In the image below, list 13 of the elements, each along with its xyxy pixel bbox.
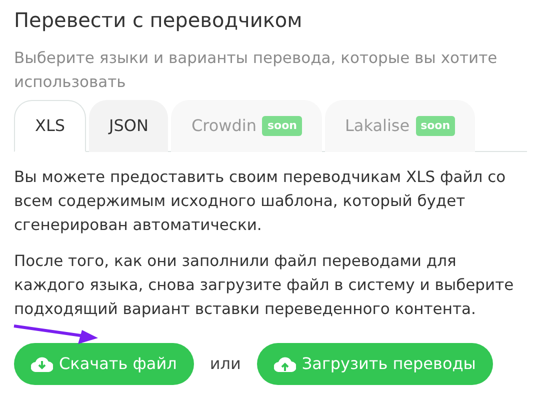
soon-badge: soon (416, 116, 456, 136)
soon-badge: soon (262, 116, 302, 136)
cloud-upload-icon (274, 356, 296, 372)
download-button[interactable]: Скачать файл (14, 343, 194, 385)
subtitle: Выберите языки и варианты перевода, которые вы хотите использовать (14, 48, 498, 93)
tab[interactable]: XLS (14, 100, 86, 152)
cloud-download-icon (31, 356, 53, 372)
upload-button[interactable]: Загрузить переводы (256, 343, 493, 385)
heading: Перевести с переводчиком (14, 7, 304, 34)
tab[interactable]: JSON (89, 100, 168, 152)
description-paragraph: После того, как они заполнили файл переводами для каждого языка, снова загрузите файл в систему и выберите подходящий вариант вставки переведенного контента. (14, 251, 515, 320)
description-paragraph: Вы можете предоставить своим переводчикам XLS файл со всем содержимым исходного шаблона, который будет сгенерирован автоматически. (14, 167, 507, 236)
or-label: или (208, 353, 242, 375)
